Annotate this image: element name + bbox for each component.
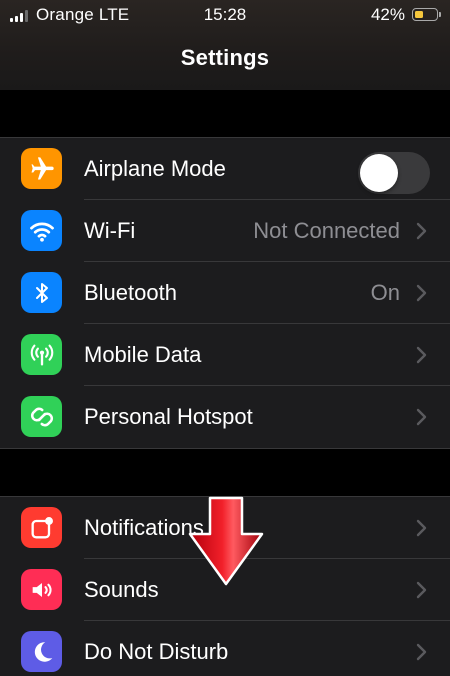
toggle-knob <box>360 154 398 192</box>
moon-icon <box>21 631 62 672</box>
row-label: Airplane Mode <box>84 156 226 181</box>
header: Orange LTE 15:28 42% Settings <box>0 0 450 90</box>
bluetooth-status-value: On <box>370 280 400 305</box>
battery-icon <box>412 8 441 21</box>
settings-row-personal-hotspot[interactable]: Personal Hotspot <box>0 386 450 448</box>
row-label: Wi-Fi <box>84 218 136 243</box>
red-down-arrow-icon <box>188 496 264 586</box>
settings-screen: Orange LTE 15:28 42% Settings Airplane M… <box>0 0 450 676</box>
wifi-icon <box>21 210 62 251</box>
settings-group-connectivity: Airplane Mode Wi-Fi Not Connected Blueto… <box>0 137 450 449</box>
settings-row-airplane-mode[interactable]: Airplane Mode <box>0 138 450 200</box>
settings-row-bluetooth[interactable]: Bluetooth On <box>0 262 450 324</box>
speaker-icon <box>21 569 62 610</box>
battery-percent: 42% <box>370 5 405 24</box>
link-icon <box>21 396 62 437</box>
settings-row-mobile-data[interactable]: Mobile Data <box>0 324 450 386</box>
antenna-icon <box>21 334 62 375</box>
chevron-right-icon <box>416 519 427 537</box>
row-label: Mobile Data <box>84 342 202 367</box>
chevron-right-icon <box>416 284 427 302</box>
status-bar: Orange LTE 15:28 42% <box>0 0 450 30</box>
row-label: Personal Hotspot <box>84 404 253 429</box>
chevron-right-icon <box>416 643 427 661</box>
notification-icon <box>21 507 62 548</box>
row-label: Bluetooth <box>84 280 177 305</box>
chevron-right-icon <box>416 581 427 599</box>
bluetooth-icon <box>21 272 62 313</box>
chevron-right-icon <box>416 222 427 240</box>
page-title: Settings <box>180 45 270 70</box>
settings-row-wifi[interactable]: Wi-Fi Not Connected <box>0 200 450 262</box>
chevron-right-icon <box>416 408 427 426</box>
airplane-icon <box>21 148 62 189</box>
settings-row-do-not-disturb[interactable]: Do Not Disturb <box>0 621 450 676</box>
airplane-mode-toggle[interactable] <box>358 152 430 194</box>
row-label: Do Not Disturb <box>84 639 229 664</box>
chevron-right-icon <box>416 346 427 364</box>
wifi-status-value: Not Connected <box>253 218 400 243</box>
row-label: Sounds <box>84 577 159 602</box>
